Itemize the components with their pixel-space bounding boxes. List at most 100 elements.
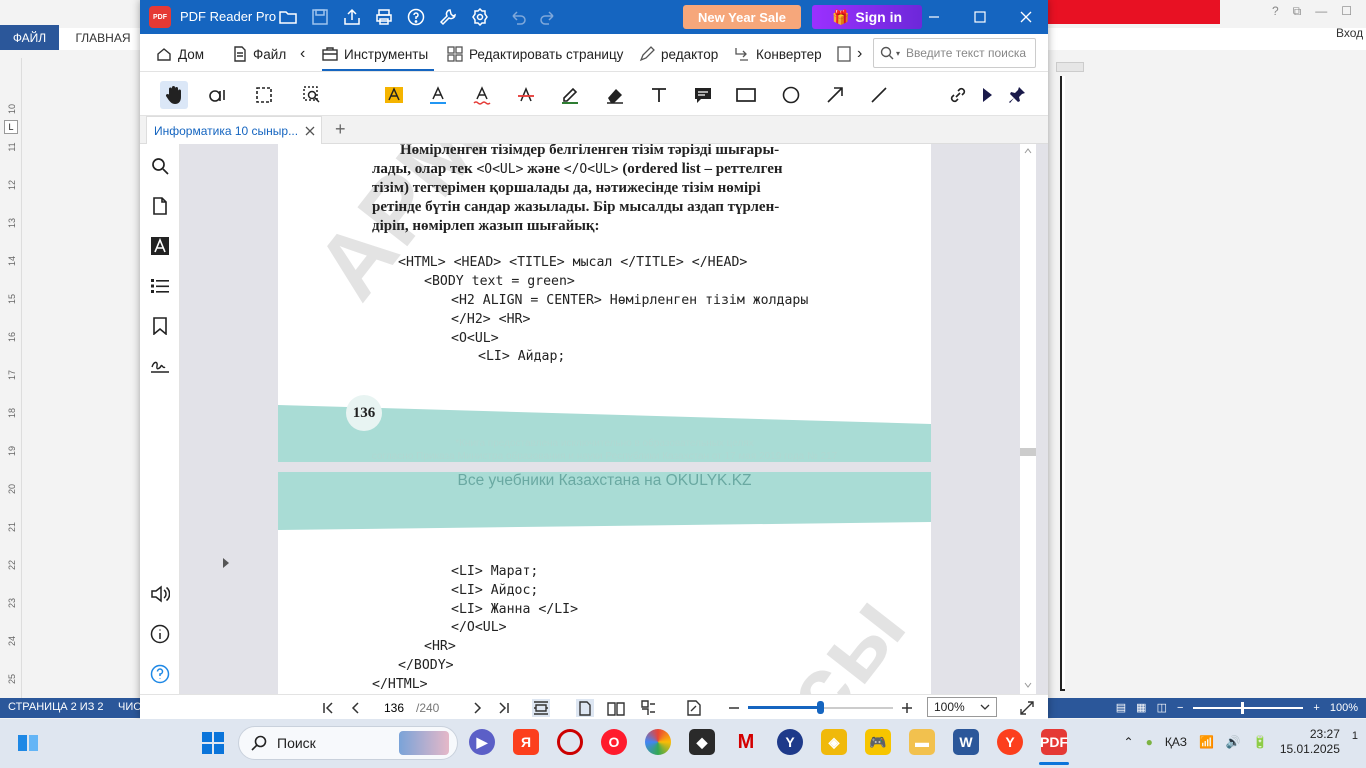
strikethrough-icon[interactable] [512,81,540,109]
document-viewport[interactable]: АРМ Нөмірленген тізімдер белгіленген тіз… [180,144,1048,694]
chrome-icon[interactable] [645,729,671,755]
widgets-icon[interactable] [16,731,40,755]
read-mode-icon[interactable]: ▤ [1116,701,1126,714]
sign-in-button[interactable]: 🎁 Sign in [812,5,922,29]
fit-width-icon[interactable] [532,699,550,717]
help-circle-icon[interactable] [407,8,425,26]
taskbar-search[interactable]: Поиск [238,726,458,760]
comment-icon[interactable] [689,81,717,109]
minimize-button[interactable] [911,0,957,34]
squiggly-icon[interactable] [468,81,496,109]
word-file-tab[interactable]: ФАЙЛ [0,25,59,50]
binance-icon[interactable]: ◈ [821,729,847,755]
signature-icon[interactable] [149,355,171,377]
web-layout-icon[interactable]: ◫ [1157,701,1167,714]
sidebar-search-icon[interactable] [149,155,171,177]
hand-tool-icon[interactable] [160,81,188,109]
zoom-in-icon[interactable] [898,699,916,717]
read-aloud-icon[interactable] [149,583,171,605]
circle-icon[interactable] [777,81,805,109]
chevron-up-icon[interactable]: ⌃ [1124,735,1134,749]
link-icon[interactable] [944,81,972,109]
new-tab-button[interactable]: + [335,119,346,140]
opera-gx-icon[interactable] [557,729,583,755]
last-page-icon[interactable] [495,699,513,717]
battery-icon[interactable]: 🔋 [1253,735,1268,749]
highlight-icon[interactable] [380,81,408,109]
minimize-icon[interactable]: — [1315,4,1327,20]
menu-converter[interactable]: Конвертер [734,44,822,64]
word-status-words[interactable]: ЧИС [118,701,141,713]
previous-page-icon[interactable] [347,699,365,717]
crop-page-icon[interactable] [685,699,703,717]
game-center-icon[interactable]: ◆ [689,729,715,755]
word-zoom-percent[interactable]: 100% [1330,702,1358,714]
mts-icon[interactable]: M [733,729,759,755]
pen-icon[interactable] [556,81,584,109]
language-indicator[interactable]: ҚАЗ [1165,735,1187,749]
close-tab-icon[interactable] [305,126,315,136]
word-status-page[interactable]: СТРАНИЦА 2 ИЗ 2 [8,701,104,713]
notification-badge[interactable]: 1 [1352,730,1358,742]
redo-icon[interactable] [539,8,557,26]
zoom-area-icon[interactable] [298,81,326,109]
pin-icon[interactable] [1003,81,1031,109]
word-home-tab[interactable]: ГЛАВНАЯ [65,25,141,50]
vertical-scrollbar[interactable] [1020,144,1036,694]
maximize-icon[interactable]: ☐ [1341,4,1352,20]
two-page-icon[interactable] [607,699,625,717]
print-layout-icon[interactable]: ▦ [1136,701,1146,714]
restore-icon[interactable]: ⧉ [1293,4,1302,20]
continuous-icon[interactable] [639,699,657,717]
bookmark-icon[interactable] [149,315,171,337]
menu-scroll-left[interactable]: ‹ [300,44,305,64]
undo-icon[interactable] [509,8,527,26]
area-select-icon[interactable] [250,81,278,109]
scroll-up-icon[interactable] [1024,148,1032,154]
play-icon[interactable] [973,81,1001,109]
collapse-left-icon[interactable] [222,558,230,568]
tab-selector-icon[interactable]: L [4,120,18,134]
document-tab[interactable]: Информатика 10 сыныр... [146,116,322,144]
eraser-icon[interactable] [601,81,629,109]
search-field[interactable]: ▾ Введите текст поиска [873,38,1036,68]
games-icon[interactable]: 🎮 [865,729,891,755]
help-icon[interactable]: ? [1272,4,1279,20]
yandex-browser-icon[interactable]: Y [997,729,1023,755]
line-icon[interactable] [865,81,893,109]
help-icon[interactable] [149,663,171,685]
underline-icon[interactable] [424,81,452,109]
file-explorer-icon[interactable]: ▬ [909,729,935,755]
menu-editor[interactable]: редактор [639,44,718,64]
text-select-icon[interactable] [204,81,232,109]
wrench-icon[interactable] [439,8,457,26]
tray-app-icon[interactable]: ● [1146,735,1153,749]
next-page-icon[interactable] [468,699,486,717]
scroll-down-icon[interactable] [1024,682,1032,688]
clock[interactable]: 23:27 15.01.2025 [1280,727,1340,757]
info-icon[interactable] [149,623,171,645]
text-box-icon[interactable] [645,81,673,109]
menu-home[interactable]: Дом [156,44,204,64]
new-year-sale-button[interactable]: New Year Sale [683,5,801,29]
menu-file[interactable]: Файл [233,44,286,64]
menu-more[interactable]: › [837,44,862,64]
zoom-slider-knob[interactable] [817,701,824,714]
wifi-icon[interactable]: 📶 [1199,735,1214,749]
zoom-in-icon[interactable]: + [1313,702,1319,714]
font-icon[interactable] [149,235,171,257]
thumbnails-icon[interactable] [149,195,171,217]
print-icon[interactable] [375,8,393,26]
yandex-icon[interactable]: Я [513,729,539,755]
menu-tools[interactable]: Инструменты [322,44,428,64]
opera-icon[interactable]: O [601,729,627,755]
vpn-icon[interactable]: Y [777,729,803,755]
menu-edit-page[interactable]: Редактировать страницу [447,44,623,64]
volume-icon[interactable]: 🔊 [1226,735,1241,749]
meet-icon[interactable]: ▶ [469,729,495,755]
share-icon[interactable] [343,8,361,26]
start-icon[interactable] [201,731,225,755]
scroll-thumb[interactable] [1020,448,1036,456]
save-icon[interactable] [311,8,329,26]
zoom-dropdown[interactable]: 100% [927,697,997,717]
